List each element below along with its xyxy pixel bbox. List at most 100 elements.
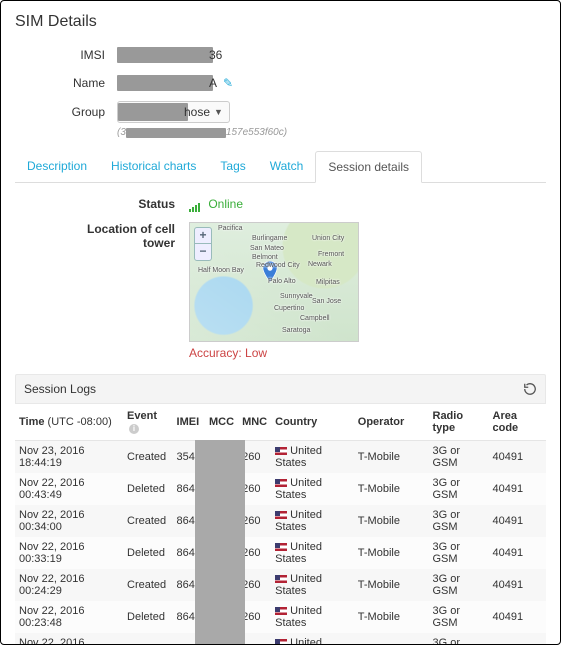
zoom-out-button[interactable]: − xyxy=(195,244,211,260)
tab-watch[interactable]: Watch xyxy=(258,151,316,183)
cell-country: United States xyxy=(271,440,354,473)
cell-time: Nov 22, 2016 00:34:00 xyxy=(15,505,123,537)
cell-imei: 8647 xyxy=(173,473,205,505)
cell-time: Nov 22, 2016 00:23:48 xyxy=(15,601,123,633)
cell-tower-map[interactable]: + − PacificaBurlingameSan MateoBelmontRe… xyxy=(189,222,359,342)
cell-time: Nov 22, 2016 00:43:49 xyxy=(15,473,123,505)
name-label: Name xyxy=(35,76,105,90)
table-row[interactable]: Nov 22, 2016 00:24:29Created8647310260Un… xyxy=(15,569,546,601)
tab-tags[interactable]: Tags xyxy=(208,151,257,183)
us-flag-icon xyxy=(275,607,287,615)
col-mnc[interactable]: MNC xyxy=(238,404,271,441)
cell-operator: T-Mobile xyxy=(354,537,429,569)
map-label: Cupertino xyxy=(274,305,304,312)
group-id: (3 157e553f60c) xyxy=(117,127,546,138)
cell-radio: 3G or GSM xyxy=(429,601,489,633)
map-label: Palo Alto xyxy=(268,278,296,285)
cell-imei: 8647 xyxy=(173,633,205,644)
cell-area: 40491 xyxy=(489,569,547,601)
status-value: Online xyxy=(208,197,243,211)
cell-mcc: 310 xyxy=(205,505,238,537)
map-label: Campbell xyxy=(300,315,330,322)
map-label: Fremont xyxy=(318,251,344,258)
cell-operator: T-Mobile xyxy=(354,440,429,473)
signal-icon xyxy=(189,198,201,212)
cell-area: 40491 xyxy=(489,505,547,537)
table-row[interactable]: Nov 22, 2016 00:23:48Deleted8647310260Un… xyxy=(15,601,546,633)
table-row[interactable]: Nov 22, 2016 00:33:19Deleted8647310260Un… xyxy=(15,537,546,569)
cell-mcc: 310 xyxy=(205,473,238,505)
cell-operator: T-Mobile xyxy=(354,569,429,601)
col-area[interactable]: Area code xyxy=(489,404,547,441)
map-label: Pacifica xyxy=(218,225,243,232)
col-mcc[interactable]: MCC xyxy=(205,404,238,441)
group-select[interactable]: hose ▼ xyxy=(117,101,230,123)
map-label: San Mateo xyxy=(250,245,284,252)
cell-country: United States xyxy=(271,537,354,569)
col-country[interactable]: Country xyxy=(271,404,354,441)
group-id-redacted xyxy=(126,128,226,138)
zoom-in-button[interactable]: + xyxy=(195,228,211,244)
cell-country: United States xyxy=(271,473,354,505)
cell-mnc: 260 xyxy=(238,569,271,601)
session-logs-table: Time (UTC -08:00) Eventi IMEI MCC MNC Co… xyxy=(15,404,546,644)
table-row[interactable]: Nov 22, 2016 00:21:02Created8647310260Un… xyxy=(15,633,546,644)
info-icon[interactable]: i xyxy=(129,424,139,434)
name-value-suffix: A xyxy=(209,76,217,90)
table-row[interactable]: Nov 22, 2016 00:43:49Deleted8647310260Un… xyxy=(15,473,546,505)
map-label: Milpitas xyxy=(316,279,340,286)
cell-operator: T-Mobile xyxy=(354,601,429,633)
cell-country: United States xyxy=(271,601,354,633)
imsi-label: IMSI xyxy=(35,48,105,62)
chevron-down-icon: ▼ xyxy=(214,107,223,117)
group-redacted xyxy=(118,103,188,121)
cell-event: Created xyxy=(123,440,173,473)
cell-radio: 3G or GSM xyxy=(429,569,489,601)
cell-imei: 8647 xyxy=(173,601,205,633)
cell-mnc: 260 xyxy=(238,505,271,537)
status-label: Status xyxy=(55,197,175,212)
us-flag-icon xyxy=(275,639,287,644)
cell-mcc: 310 xyxy=(205,537,238,569)
edit-name-icon[interactable]: ✎ xyxy=(223,76,233,90)
table-row[interactable]: Nov 22, 2016 00:34:00Created8647310260Un… xyxy=(15,505,546,537)
cell-mnc: 260 xyxy=(238,537,271,569)
cell-mnc: 260 xyxy=(238,633,271,644)
cell-radio: 3G or GSM xyxy=(429,537,489,569)
map-label: San Jose xyxy=(312,298,341,305)
logs-title: Session Logs xyxy=(24,382,96,396)
cell-operator: T-Mobile xyxy=(354,633,429,644)
col-radio[interactable]: Radio type xyxy=(429,404,489,441)
table-row[interactable]: Nov 23, 2016 18:44:19Created3543310260Un… xyxy=(15,440,546,473)
col-imei[interactable]: IMEI xyxy=(173,404,205,441)
cell-mcc: 310 xyxy=(205,601,238,633)
cell-mnc: 260 xyxy=(238,440,271,473)
tab-session-details[interactable]: Session details xyxy=(315,151,422,183)
cell-country: United States xyxy=(271,505,354,537)
cell-country: United States xyxy=(271,569,354,601)
sim-form: IMSI 36 Name A ✎ Group hose ▼ (3 xyxy=(35,45,546,138)
imsi-redacted xyxy=(117,47,213,63)
cell-area: 40491 xyxy=(489,473,547,505)
refresh-icon[interactable] xyxy=(523,382,537,396)
cell-operator: T-Mobile xyxy=(354,473,429,505)
map-label: Saratoga xyxy=(282,327,310,334)
cell-event: Deleted xyxy=(123,601,173,633)
map-label: Union City xyxy=(312,235,344,242)
col-event[interactable]: Eventi xyxy=(123,404,173,441)
tab-historical-charts[interactable]: Historical charts xyxy=(99,151,208,183)
map-label: Belmont xyxy=(252,254,278,261)
cell-imei: 8647 xyxy=(173,569,205,601)
tab-description[interactable]: Description xyxy=(15,151,99,183)
page-title: SIM Details xyxy=(15,13,546,31)
cell-radio: 3G or GSM xyxy=(429,633,489,644)
col-operator[interactable]: Operator xyxy=(354,404,429,441)
cell-operator: T-Mobile xyxy=(354,505,429,537)
us-flag-icon xyxy=(275,479,287,487)
cell-mnc: 260 xyxy=(238,601,271,633)
map-label: Redwood City xyxy=(256,262,300,269)
cell-event: Created xyxy=(123,505,173,537)
us-flag-icon xyxy=(275,543,287,551)
cell-radio: 3G or GSM xyxy=(429,440,489,473)
col-time[interactable]: Time (UTC -08:00) xyxy=(15,404,123,441)
